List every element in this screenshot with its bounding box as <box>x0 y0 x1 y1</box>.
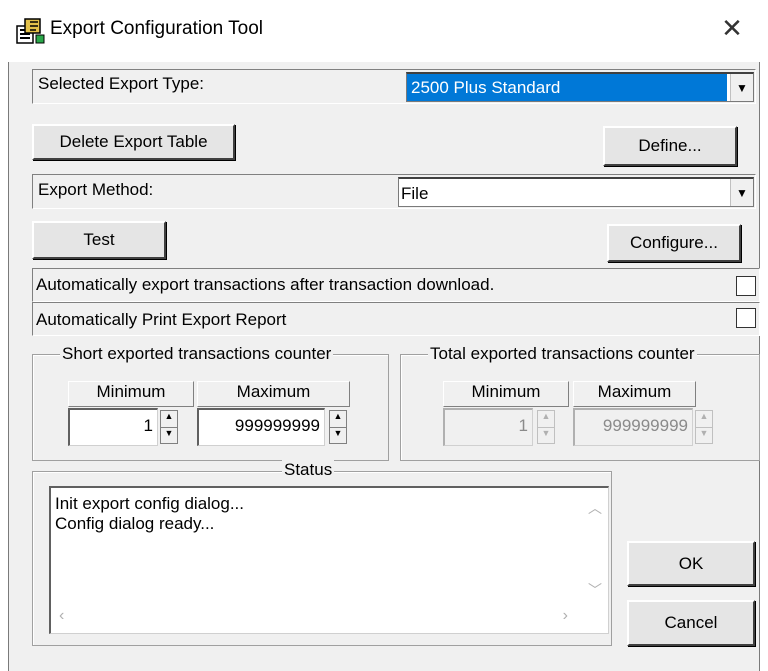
define-label: Define... <box>638 136 702 155</box>
delete-export-table-button[interactable]: Delete Export Table <box>32 124 235 160</box>
spin-up-icon[interactable]: ▲ <box>161 411 177 428</box>
total-max-header: Maximum <box>573 381 696 407</box>
short-max-field[interactable]: 999999999 <box>197 408 325 446</box>
chevron-down-icon[interactable]: ▼ <box>730 74 753 101</box>
delete-export-table-label: Delete Export Table <box>59 132 208 151</box>
total-counter-title: Total exported transactions counter <box>428 344 697 364</box>
chevron-down-icon[interactable]: ▼ <box>730 179 753 206</box>
spin-up-icon[interactable]: ▲ <box>330 411 346 428</box>
cancel-button[interactable]: Cancel <box>627 600 755 646</box>
status-line: Init export config dialog... <box>55 494 245 513</box>
short-max-spinner[interactable]: ▲ ▼ <box>329 410 347 444</box>
scroll-up-icon[interactable]: ︿ <box>588 498 602 518</box>
spin-up-icon: ▲ <box>696 411 712 428</box>
spin-down-icon: ▼ <box>541 428 551 438</box>
spin-down-icon: ▼ <box>699 428 709 438</box>
export-type-label: Selected Export Type: <box>38 74 205 93</box>
total-min-field: 1 <box>443 408 533 446</box>
ok-label: OK <box>678 554 704 573</box>
app-icon <box>16 18 45 44</box>
status-log[interactable]: Init export config dialog... Config dial… <box>49 486 609 634</box>
spin-down-icon[interactable]: ▼ <box>161 428 177 444</box>
configure-label: Configure... <box>630 233 718 252</box>
total-min-spinner: ▲ ▼ <box>537 410 555 444</box>
close-icon[interactable]: ✕ <box>718 14 746 42</box>
spin-up-icon: ▲ <box>538 411 554 428</box>
scroll-right-icon[interactable]: › <box>563 607 568 625</box>
status-title: Status <box>282 460 335 480</box>
short-min-field[interactable]: 1 <box>68 408 158 446</box>
scroll-down-icon[interactable]: ﹀ <box>588 580 602 600</box>
export-method-value: File <box>401 184 429 203</box>
test-button[interactable]: Test <box>32 221 166 259</box>
short-max-header: Maximum <box>197 381 350 407</box>
total-min-header: Minimum <box>443 381 569 407</box>
total-max-field: 999999999 <box>573 408 693 446</box>
test-label: Test <box>83 230 115 249</box>
short-counter-title: Short exported transactions counter <box>60 344 334 364</box>
auto-export-checkbox[interactable] <box>736 276 756 296</box>
auto-export-label: Automatically export transactions after … <box>36 275 495 294</box>
short-min-header: Minimum <box>68 381 194 407</box>
export-type-select[interactable]: 2500 Plus Standard ▼ <box>406 72 754 102</box>
ok-button[interactable]: OK <box>627 541 755 586</box>
status-line: Config dialog ready... <box>55 514 215 533</box>
total-max-spinner: ▲ ▼ <box>695 410 713 444</box>
short-min-spinner[interactable]: ▲ ▼ <box>160 410 178 444</box>
auto-print-label: Automatically Print Export Report <box>36 310 287 329</box>
export-method-select[interactable]: File ▼ <box>398 177 754 207</box>
spin-down-icon[interactable]: ▼ <box>330 428 346 444</box>
scroll-left-icon[interactable]: ‹ <box>59 607 64 625</box>
cancel-label: Cancel <box>664 613 718 632</box>
define-button[interactable]: Define... <box>603 126 737 166</box>
export-type-value: 2500 Plus Standard <box>407 74 727 101</box>
export-method-label: Export Method: <box>38 180 154 199</box>
auto-print-checkbox[interactable] <box>736 308 756 328</box>
configure-button[interactable]: Configure... <box>607 224 741 262</box>
window-title: Export Configuration Tool <box>50 18 263 39</box>
